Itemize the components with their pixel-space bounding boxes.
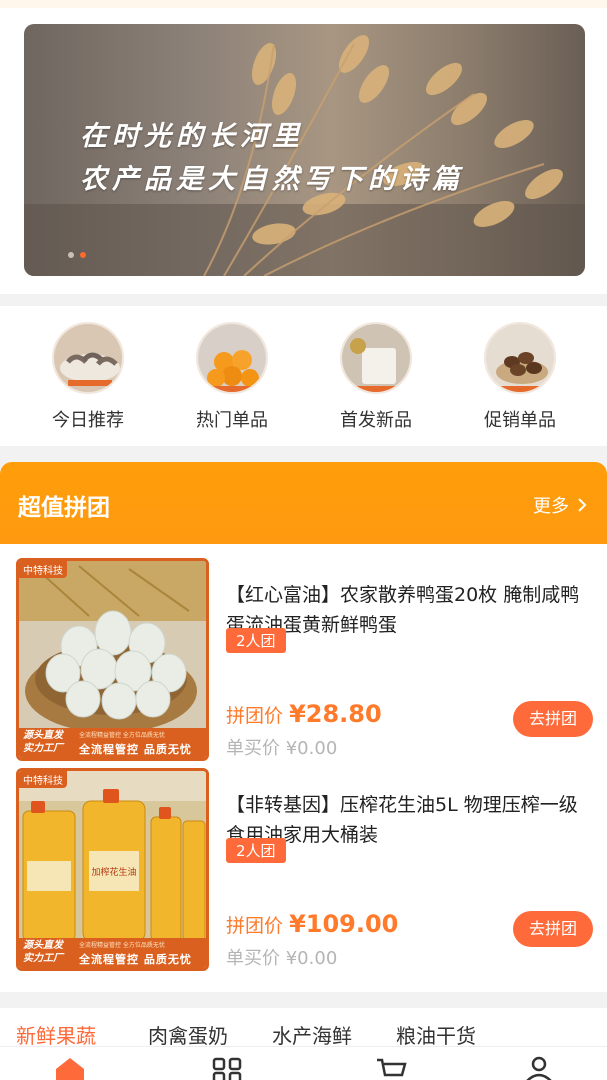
mushroom-icon (484, 322, 556, 394)
category-grid-icon[interactable] (210, 1055, 244, 1080)
banner-line-2: 农产品是大自然写下的诗篇 (80, 164, 464, 195)
shrimp-icon (52, 322, 124, 394)
category-row: 今日推荐 热门单品 首发新品 促销单品 (0, 306, 607, 446)
banner-section: 在时光的长河里 农产品是大自然写下的诗篇 (0, 8, 607, 294)
banner-carousel[interactable]: 在时光的长河里 农产品是大自然写下的诗篇 (24, 24, 585, 276)
group-buy-header: 超值拼团 更多 (0, 462, 607, 544)
banner-line-1: 在时光的长河里 (80, 121, 304, 152)
product-card[interactable]: 加榨花生油 中特科技 源头直发 实力工厂 全流程精益管控 全方位品质无忧 全流程… (0, 768, 607, 978)
product-image-duck-eggs[interactable]: 中特科技 源头直发 实力工厂 全流程精益管控 全方位品质无忧 全流程管控 品质无… (16, 558, 209, 761)
single-price: 单买价 ¥0.00 (226, 734, 337, 760)
tab-grain-oil[interactable]: 粮油干货 (396, 1020, 476, 1049)
image-footer-left: 源头直发 实力工厂 (23, 940, 63, 964)
image-badge: 中特科技 (19, 771, 67, 788)
more-link[interactable]: 更多 (533, 492, 587, 518)
home-icon[interactable] (53, 1055, 87, 1080)
image-footer: 源头直发 实力工厂 全流程精益管控 全方位品质无忧 全流程管控 品质无忧 (19, 938, 206, 968)
category-promo-items[interactable]: 促销单品 (460, 322, 580, 432)
category-new-items[interactable]: 首发新品 (316, 322, 436, 432)
category-hot-items[interactable]: 热门单品 (172, 322, 292, 432)
category-tabs: 新鲜果蔬 肉禽蛋奶 水产海鲜 粮油干货 (0, 1008, 607, 1048)
single-price-label: 单买价 (226, 948, 280, 969)
image-footer-small: 全流程精益管控 全方位品质无忧 (79, 942, 165, 949)
single-price: 单买价 ¥0.00 (226, 944, 337, 970)
join-group-button[interactable]: 去拼团 (513, 911, 593, 947)
image-footer-small: 全流程精益管控 全方位品质无忧 (79, 732, 165, 739)
oranges-icon (196, 322, 268, 394)
image-footer: 源头直发 实力工厂 全流程精益管控 全方位品质无忧 全流程管控 品质无忧 (19, 728, 206, 758)
profile-icon[interactable] (522, 1055, 556, 1080)
bottom-navigation (0, 1046, 607, 1080)
join-group-button[interactable]: 去拼团 (513, 701, 593, 737)
pagination-dot-active[interactable] (80, 252, 86, 258)
image-footer-main: 全流程管控 品质无忧 (79, 743, 192, 756)
cart-icon[interactable] (374, 1055, 408, 1080)
group-price-label: 拼团价 (226, 915, 284, 937)
rice-icon (340, 322, 412, 394)
group-price: 拼团价 ¥28.80 (226, 700, 382, 728)
single-price-value: ¥0.00 (285, 738, 338, 759)
group-size-tag: 2人团 (226, 838, 286, 863)
group-buy-title: 超值拼团 (18, 495, 110, 521)
image-footer-main: 全流程管控 品质无忧 (79, 953, 192, 966)
image-badge: 中特科技 (19, 561, 67, 578)
group-price-value: ¥28.80 (289, 700, 382, 728)
tab-fresh-produce[interactable]: 新鲜果蔬 (16, 1020, 96, 1049)
group-price-value: ¥109.00 (289, 910, 399, 938)
more-label: 更多 (533, 496, 569, 517)
group-price-label: 拼团价 (226, 705, 284, 727)
image-footer-left: 源头直发 实力工厂 (23, 730, 63, 754)
product-image-peanut-oil[interactable]: 加榨花生油 中特科技 源头直发 实力工厂 全流程精益管控 全方位品质无忧 全流程… (16, 768, 209, 971)
oil-bottle-label: 加榨花生油 (91, 866, 136, 878)
status-strip (0, 0, 607, 8)
product-card[interactable]: 中特科技 源头直发 实力工厂 全流程精益管控 全方位品质无忧 全流程管控 品质无… (0, 558, 607, 768)
category-label: 热门单品 (196, 410, 268, 431)
category-label: 首发新品 (340, 410, 412, 431)
group-buy-section: 超值拼团 更多 中特科技 源头直发 实力工厂 全流程精益管控 全方位品质无忧 全… (0, 462, 607, 992)
group-price: 拼团价 ¥109.00 (226, 910, 398, 938)
single-price-value: ¥0.00 (285, 948, 338, 969)
pagination-dot[interactable] (68, 252, 74, 258)
group-size-tag: 2人团 (226, 628, 286, 653)
tab-meat-eggs-dairy[interactable]: 肉禽蛋奶 (148, 1020, 228, 1049)
category-today-recommend[interactable]: 今日推荐 (28, 322, 148, 432)
chevron-right-icon (578, 498, 587, 512)
category-label: 促销单品 (484, 410, 556, 431)
category-label: 今日推荐 (52, 410, 124, 431)
banner-pagination (68, 252, 86, 258)
single-price-label: 单买价 (226, 738, 280, 759)
tab-seafood[interactable]: 水产海鲜 (272, 1020, 352, 1049)
